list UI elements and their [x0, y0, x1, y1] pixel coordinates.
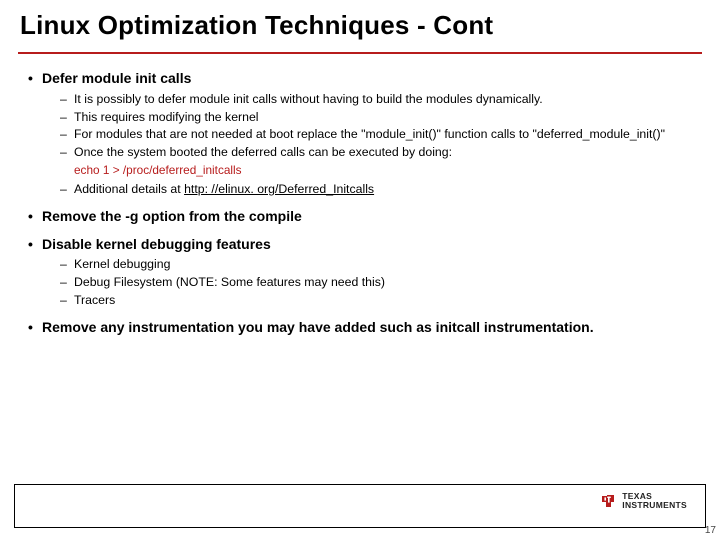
footer-bar: TEXAS INSTRUMENTS: [14, 484, 706, 528]
sub-item: For modules that are not needed at boot …: [60, 127, 696, 143]
bullet-label: Remove any instrumentation you may have …: [42, 319, 594, 335]
deferred-initcalls-link[interactable]: http: //elinux. org/Deferred_Initcalls: [184, 182, 374, 196]
sub-item: This requires modifying the kernel: [60, 110, 696, 126]
ti-logo-text: TEXAS INSTRUMENTS: [622, 492, 687, 510]
sub-item: Kernel debugging: [60, 257, 696, 273]
sub-item: Debug Filesystem (NOTE: Some features ma…: [60, 275, 696, 291]
bullet-label: Disable kernel debugging features: [42, 236, 271, 252]
bullet-label: Remove the -g option from the compile: [42, 208, 302, 224]
bullet-label: Defer module init calls: [42, 70, 191, 86]
code-line: echo 1 > /proc/deferred_initcalls: [42, 163, 696, 178]
bullet-remove-g: Remove the -g option from the compile: [28, 208, 696, 226]
bullet-defer: Defer module init calls It is possibly t…: [28, 70, 696, 198]
slide-title: Linux Optimization Techniques - Cont: [20, 10, 493, 41]
bullet-disable-debug: Disable kernel debugging features Kernel…: [28, 236, 696, 309]
bullet-remove-instrumentation: Remove any instrumentation you may have …: [28, 319, 696, 337]
sub-item-link: Additional details at http: //elinux. or…: [60, 182, 696, 198]
sub-item: Tracers: [60, 293, 696, 309]
sub-item: Once the system booted the deferred call…: [60, 145, 696, 161]
slide-content: Defer module init calls It is possibly t…: [28, 70, 696, 347]
slide: Linux Optimization Techniques - Cont Def…: [0, 0, 720, 540]
logo-line2: INSTRUMENTS: [622, 501, 687, 510]
ti-chip-icon: [598, 491, 618, 511]
sub-item: It is possibly to defer module init call…: [60, 92, 696, 108]
link-prefix: Additional details at: [74, 182, 184, 196]
title-rule: [18, 52, 702, 54]
page-number: 17: [705, 525, 716, 536]
ti-logo: TEXAS INSTRUMENTS: [598, 491, 687, 511]
